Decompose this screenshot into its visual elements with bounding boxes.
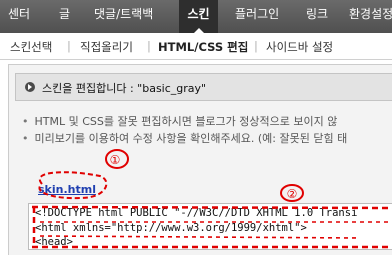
bullet: • xyxy=(22,132,29,145)
subnav-upload-skin[interactable]: 직접올리기 xyxy=(80,39,133,55)
editor-title-bar: 스킨을 편집합니다 : "basic_gray" xyxy=(15,73,392,101)
code-line: <head> xyxy=(35,236,73,248)
tab-posts[interactable]: 글 xyxy=(59,0,70,33)
bullet: • xyxy=(22,115,29,128)
top-navigation: 센터 글 댓글/트랙백 스킨 플러그인 링크 환경설정 xyxy=(0,0,392,34)
subnav-separator: | xyxy=(67,39,71,53)
subnav-separator: | xyxy=(147,39,151,53)
notice-text: 미리보기를 이용하여 수정 사항을 확인해주세요. (예: 잘못된 닫힘 태 xyxy=(34,132,348,145)
code-line: <!DOCTYPE html PUBLIC "-//W3C//DTD XHTML… xyxy=(35,207,358,219)
skin-html-file-link[interactable]: skin.html xyxy=(38,183,96,196)
sub-navigation: 스킨선택 | 직접올리기 | HTML/CSS 편집 | 사이드바 설정 xyxy=(0,33,392,60)
subnav-html-css-edit[interactable]: HTML/CSS 편집 xyxy=(158,39,248,55)
editor-title: 스킨을 편집합니다 : "basic_gray" xyxy=(42,82,207,95)
subnav-sidebar-settings[interactable]: 사이드바 설정 xyxy=(266,39,333,55)
tab-skin[interactable]: 스킨 xyxy=(179,0,218,33)
notice-line: • 미리보기를 이용하여 수정 사항을 확인해주세요. (예: 잘못된 닫힘 태 xyxy=(22,130,347,146)
notice-line: • HTML 및 CSS를 잘못 편집하시면 블로그가 정상적으로 보이지 않 xyxy=(22,113,337,129)
tab-center[interactable]: 센터 xyxy=(8,0,30,33)
subnav-separator: | xyxy=(254,39,258,53)
code-line: <html xmlns="http://www.w3.org/1999/xhtm… xyxy=(35,221,307,234)
arrow-bullet-icon xyxy=(25,82,35,92)
tab-settings[interactable]: 환경설정 xyxy=(349,0,392,33)
tab-plugins[interactable]: 플러그인 xyxy=(235,0,279,33)
subnav-select-skin[interactable]: 스킨선택 xyxy=(10,39,52,55)
tab-comments-trackbacks[interactable]: 댓글/트랙백 xyxy=(94,0,153,33)
notice-text: HTML 및 CSS를 잘못 편집하시면 블로그가 정상적으로 보이지 않 xyxy=(34,115,338,128)
tab-links[interactable]: 링크 xyxy=(306,0,328,33)
code-editor-textarea[interactable]: <!DOCTYPE html PUBLIC "-//W3C//DTD XHTML… xyxy=(28,203,392,250)
